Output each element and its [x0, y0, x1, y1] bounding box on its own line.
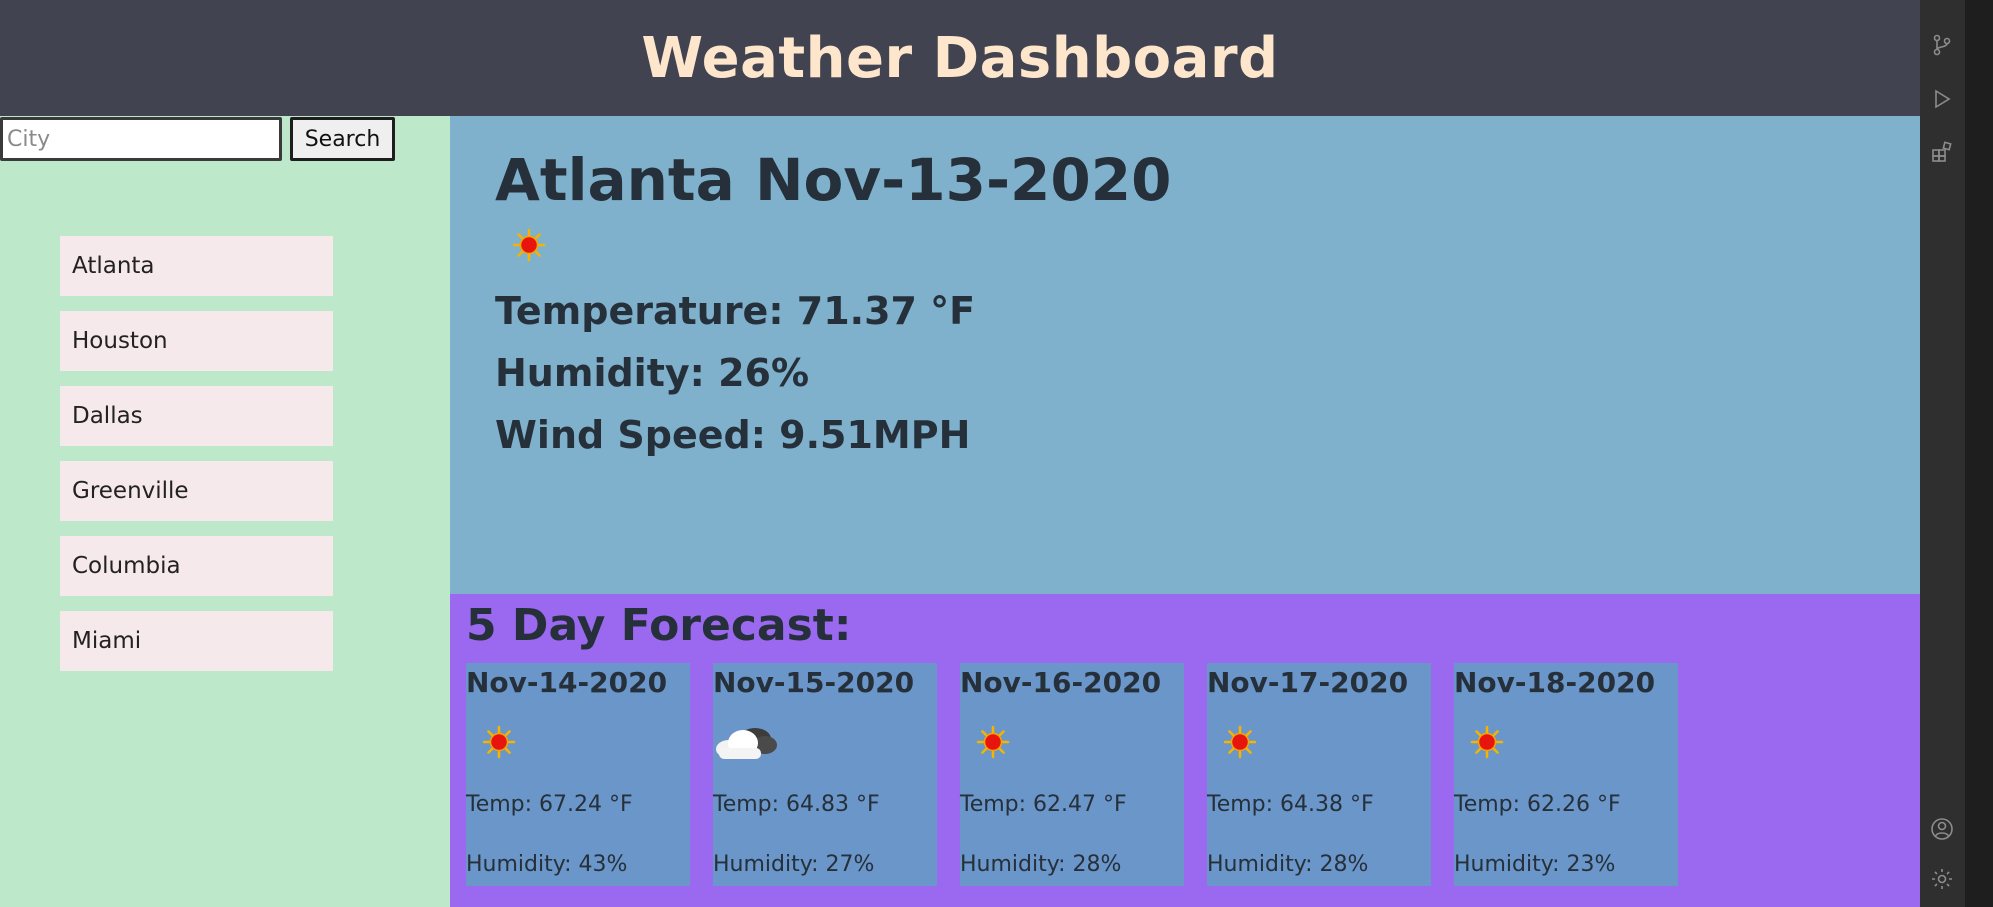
forecast-date: Nov-15-2020	[713, 666, 915, 699]
city-search-input[interactable]	[0, 117, 282, 161]
current-wind-speed: Wind Speed: 9.51MPH	[495, 412, 971, 457]
forecast-panel: 5 Day Forecast: Nov-14-2020 Temp: 67.24 …	[450, 594, 1920, 907]
forecast-date: Nov-18-2020	[1454, 666, 1656, 699]
forecast-temp: Temp: 64.38 °F	[1207, 792, 1374, 817]
run-debug-icon[interactable]	[1929, 86, 1955, 112]
forecast-humidity: Humidity: 28%	[1207, 852, 1369, 877]
forecast-humidity: Humidity: 27%	[713, 852, 875, 877]
history-item-houston[interactable]: Houston	[60, 311, 333, 371]
search-history-list: Atlanta Houston Dallas Greenville Columb…	[60, 236, 333, 686]
account-icon[interactable]	[1929, 816, 1955, 842]
page-title: Weather Dashboard	[641, 25, 1279, 91]
forecast-date: Nov-16-2020	[960, 666, 1162, 699]
history-item-columbia[interactable]: Columbia	[60, 536, 333, 596]
source-control-icon[interactable]	[1929, 32, 1955, 58]
forecast-card: Nov-14-2020 Temp: 67.24 °F Humidity: 43%	[466, 663, 690, 886]
forecast-card: Nov-17-2020 Temp: 64.38 °F Humidity: 28%	[1207, 663, 1431, 886]
forecast-card: Nov-16-2020 Temp: 62.47 °F Humidity: 28%	[960, 663, 1184, 886]
forecast-card: Nov-15-2020 Temp: 64.83 °F Humidity: 27%	[713, 663, 937, 886]
sun-icon	[512, 228, 546, 261]
sun-icon	[1223, 725, 1257, 759]
sun-icon	[976, 725, 1010, 759]
sun-icon	[1470, 725, 1504, 759]
sidebar: Search Atlanta Houston Dallas Greenville…	[0, 116, 450, 907]
page-header: Weather Dashboard	[0, 0, 1920, 116]
history-item-atlanta[interactable]: Atlanta	[60, 236, 333, 296]
forecast-heading: 5 Day Forecast:	[466, 600, 852, 651]
history-item-miami[interactable]: Miami	[60, 611, 333, 671]
extensions-icon[interactable]	[1929, 139, 1955, 165]
forecast-card: Nov-18-2020 Temp: 62.26 °F Humidity: 23%	[1454, 663, 1678, 886]
forecast-humidity: Humidity: 43%	[466, 852, 628, 877]
forecast-humidity: Humidity: 28%	[960, 852, 1122, 877]
forecast-date: Nov-14-2020	[466, 666, 668, 699]
forecast-date: Nov-17-2020	[1207, 666, 1409, 699]
forecast-temp: Temp: 67.24 °F	[466, 792, 633, 817]
settings-gear-icon[interactable]	[1929, 866, 1955, 892]
current-weather-panel: Atlanta Nov-13-2020 Temperature: 71.37 °…	[450, 116, 1920, 594]
forecast-humidity: Humidity: 23%	[1454, 852, 1616, 877]
history-item-greenville[interactable]: Greenville	[60, 461, 333, 521]
search-button[interactable]: Search	[290, 117, 395, 161]
current-city-date: Atlanta Nov-13-2020	[495, 146, 1172, 214]
forecast-cards: Nov-14-2020 Temp: 67.24 °F Humidity: 43%…	[466, 663, 1701, 886]
sun-icon	[482, 725, 516, 759]
cloud-icon	[716, 728, 777, 759]
forecast-temp: Temp: 64.83 °F	[713, 792, 880, 817]
current-temperature: Temperature: 71.37 °F	[495, 288, 976, 333]
editor-activity-bar	[1920, 0, 1965, 907]
forecast-temp: Temp: 62.47 °F	[960, 792, 1127, 817]
forecast-temp: Temp: 62.26 °F	[1454, 792, 1621, 817]
current-humidity: Humidity: 26%	[495, 350, 810, 395]
history-item-dallas[interactable]: Dallas	[60, 386, 333, 446]
editor-pane-edge	[1965, 0, 1993, 907]
